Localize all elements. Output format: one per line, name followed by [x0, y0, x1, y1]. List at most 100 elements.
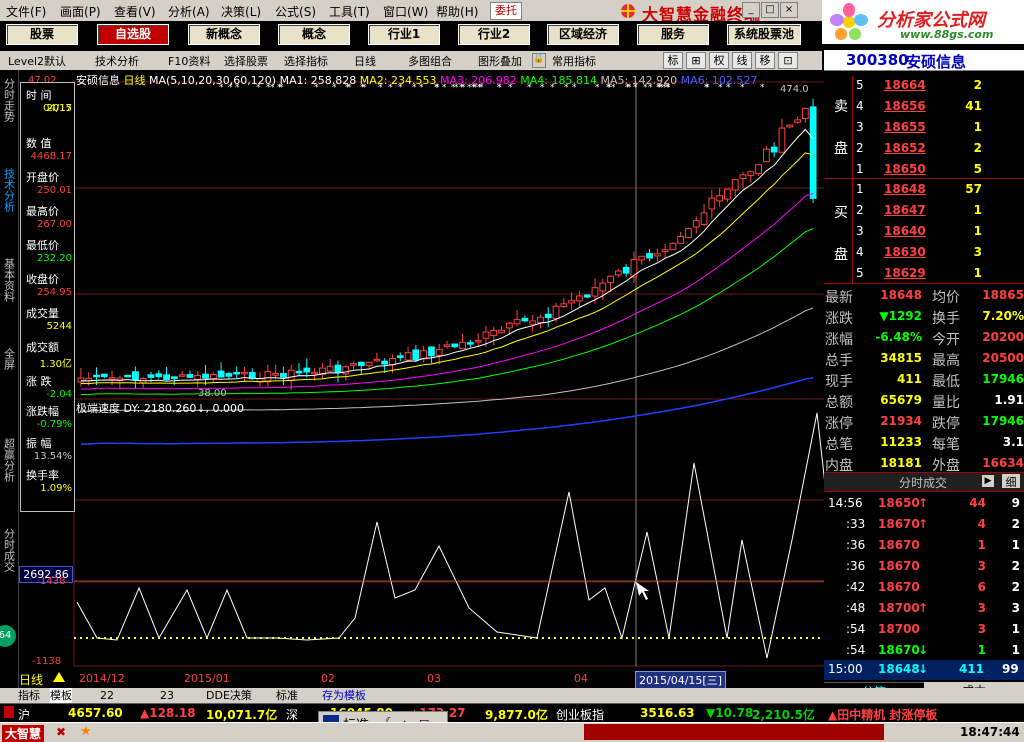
sell-row[interactable]: 5 18664 2	[824, 76, 1024, 96]
sell-row[interactable]: 3 18655 1	[824, 118, 1024, 138]
star-icon[interactable]: ★	[80, 724, 92, 739]
kline-chart[interactable]: * *** *** ** ** * ** *** *** ** * ** *** * *** ** ** ** * *…	[19, 70, 824, 688]
menu-help[interactable]: 帮助(H)	[436, 3, 478, 20]
buy-row[interactable]: 3 18640 1	[824, 222, 1024, 242]
move-icon[interactable]: 移	[755, 52, 775, 69]
period-indicator[interactable]: 日线	[19, 671, 43, 688]
menu-view[interactable]: 查看(V)	[114, 3, 156, 20]
period-up-icon[interactable]	[53, 672, 65, 682]
nav-concept[interactable]: 概念	[278, 24, 350, 45]
candle-body	[490, 329, 498, 337]
toolbar-daily[interactable]: 日线	[354, 53, 376, 69]
cursor-date: 2015/04/15[三]	[635, 671, 726, 689]
badge-64[interactable]: 64	[0, 625, 16, 647]
grid-icon[interactable]: ⊞	[686, 52, 706, 69]
toolbar-overlay[interactable]: 图形叠加	[478, 53, 522, 69]
candle-body	[326, 365, 334, 372]
candle-body	[614, 270, 622, 276]
sell-row[interactable]: 4 18656 41	[824, 97, 1024, 117]
nav-service[interactable]: 服务	[637, 24, 709, 45]
btab-standard[interactable]: 标准	[276, 688, 298, 703]
weituo-button[interactable]: 委托	[490, 2, 522, 20]
tick-row[interactable]: :54 18670 ↓ 1 1	[824, 641, 1024, 661]
line-icon[interactable]: 线	[732, 52, 752, 69]
sell-row[interactable]: 2 18652 2	[824, 139, 1024, 159]
nav-stocks[interactable]: 股票	[6, 24, 78, 45]
lock-icon[interactable]: 🔒	[532, 53, 546, 68]
play-icon[interactable]: ▶	[982, 475, 994, 487]
tick-volume: 44	[969, 496, 986, 510]
menu-window[interactable]: 窗口(W)	[383, 3, 428, 20]
menu-screen[interactable]: 画面(P)	[60, 3, 101, 20]
tick-row[interactable]: :54 18700 3 1	[824, 620, 1024, 640]
status-app[interactable]: 大智慧	[2, 725, 45, 742]
tab-tech-analysis[interactable]: 技术分析	[2, 168, 16, 215]
btab-indicator[interactable]: 指标	[18, 688, 40, 703]
toolbar-common-indicators[interactable]: 常用指标	[552, 53, 596, 69]
tick-volume: 1	[977, 643, 986, 657]
info-label: 成交额	[26, 341, 59, 354]
panel-icon[interactable]: ⊡	[778, 52, 798, 69]
menu-tools[interactable]: 工具(T)	[329, 3, 370, 20]
tick-volume: 3	[977, 622, 986, 636]
rights-icon[interactable]: 权	[709, 52, 729, 69]
btab-save-template[interactable]: 存为模板	[322, 688, 366, 703]
toolbar-f10[interactable]: F10资料	[168, 53, 210, 69]
sell-row[interactable]: 1 18650 5	[824, 160, 1024, 180]
indicator-title[interactable]: 极端速度	[76, 402, 120, 415]
tick-time: :36	[846, 559, 866, 573]
tick-row[interactable]: :33 18670 ↑ 4 2	[824, 515, 1024, 535]
toolbar-select-stock[interactable]: 选择股票	[224, 53, 268, 69]
menu-decision[interactable]: 决策(L)	[221, 3, 261, 20]
menu-analysis[interactable]: 分析(A)	[168, 3, 210, 20]
btab-22[interactable]: 22	[100, 688, 114, 703]
tab-tick-trades[interactable]: 分时成交	[2, 528, 16, 575]
close-small-icon[interactable]: ✖	[56, 725, 66, 739]
candle-body	[420, 350, 428, 360]
tab-fullscreen[interactable]: 全屏	[2, 348, 16, 373]
tick-price: 18700	[878, 622, 920, 636]
close-icon[interactable]: ×	[780, 2, 798, 18]
level-volume: 2	[973, 78, 982, 92]
menu-formula[interactable]: 公式(S)	[275, 3, 316, 20]
buy-row[interactable]: 1 18648 57	[824, 180, 1024, 200]
nav-watchlist[interactable]: 自选股	[97, 24, 169, 45]
buy-row[interactable]: 2 18647 1	[824, 201, 1024, 221]
mark-icon[interactable]: 标	[663, 52, 683, 69]
nav-industry1[interactable]: 行业1	[368, 24, 440, 45]
data-window: 时 间 2015 04/17 数 值 4468.17 开盘价 250.01 最高价 267.00…	[20, 82, 75, 512]
tab-basic-info[interactable]: 基本资料	[2, 258, 16, 305]
tick-row[interactable]: :36 18670 3 2	[824, 557, 1024, 577]
tick-volume: 6	[977, 580, 986, 594]
nav-region[interactable]: 区域经济	[547, 24, 619, 45]
candle-body	[646, 253, 653, 259]
minimize-icon[interactable]: _	[742, 2, 760, 18]
news-ticker[interactable]: ▲田中精机 封涨停板	[828, 706, 937, 723]
nav-industry2[interactable]: 行业2	[458, 24, 530, 45]
ma5-value: MA5: 142.920	[600, 74, 678, 87]
tab-intraday[interactable]: 分时走势	[2, 78, 16, 125]
tick-row[interactable]: :42 18670 6 2	[824, 578, 1024, 598]
tab-super-analysis[interactable]: 超赢分析	[2, 438, 16, 485]
toolbar-level2[interactable]: Level2默认	[8, 53, 66, 69]
buy-row[interactable]: 4 18630 3	[824, 243, 1024, 263]
nav-stock-pool[interactable]: 系统股票池	[727, 24, 801, 45]
fine-button[interactable]: 细	[1002, 474, 1020, 489]
toolbar-tech-analysis[interactable]: 技术分析	[95, 53, 139, 69]
tick-row[interactable]: :36 18670 1 1	[824, 536, 1024, 556]
candle-body	[435, 348, 443, 356]
buy-row[interactable]: 5 18629 1	[824, 264, 1024, 284]
maximize-icon[interactable]: □	[761, 2, 779, 18]
last-tick-row[interactable]: 15:00 18648 ↓ 411 99	[824, 660, 1024, 680]
btab-23[interactable]: 23	[160, 688, 174, 703]
tick-row[interactable]: :48 18700 ↑ 3 3	[824, 599, 1024, 619]
quote-row: 最新 18648 均价 18865	[824, 286, 1024, 306]
toolbar-select-indicator[interactable]: 选择指标	[284, 53, 328, 69]
info-label: 收盘价	[26, 273, 59, 286]
btab-template[interactable]: 模板	[50, 688, 72, 703]
nav-new-concept[interactable]: 新概念	[188, 24, 260, 45]
tick-row[interactable]: 14:56 18650 ↑ 44 9	[824, 494, 1024, 514]
menu-file[interactable]: 文件(F)	[6, 3, 46, 20]
toolbar-multi-chart[interactable]: 多图组合	[408, 53, 452, 69]
btab-dde[interactable]: DDE决策	[206, 688, 252, 703]
